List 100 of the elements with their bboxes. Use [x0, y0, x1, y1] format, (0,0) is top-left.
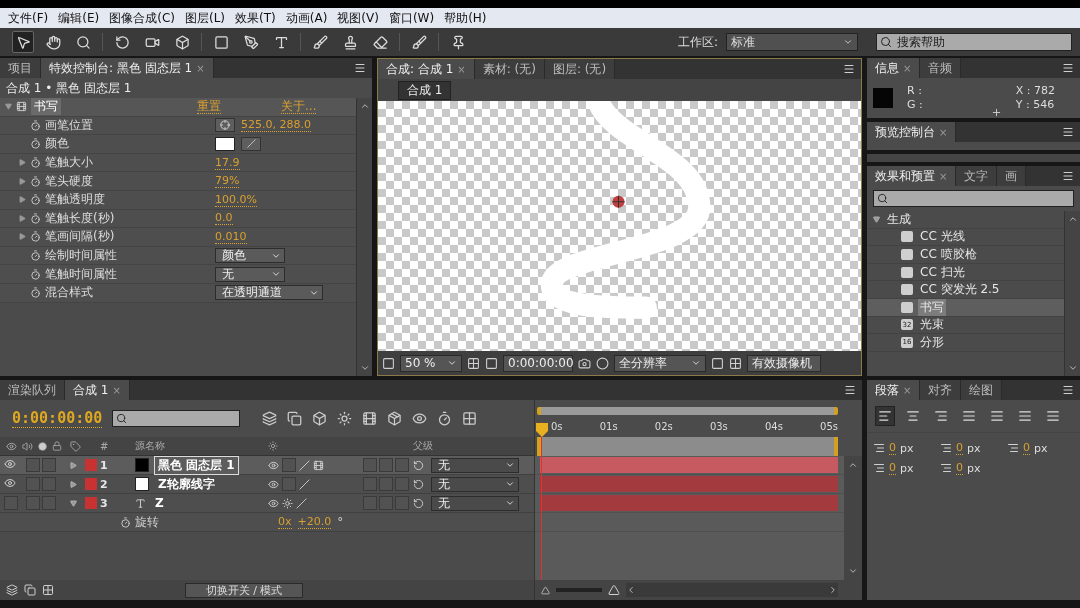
- disclosure-triangle-icon[interactable]: [4, 103, 12, 111]
- stopwatch-icon[interactable]: [30, 231, 41, 243]
- scroll-right-icon[interactable]: [828, 585, 838, 595]
- layers-icon[interactable]: [6, 584, 18, 596]
- help-search-field[interactable]: 搜索帮助: [876, 33, 1072, 51]
- reset-link[interactable]: 重置: [197, 99, 221, 114]
- scroll-up-icon[interactable]: [1067, 214, 1078, 224]
- stopwatch-icon[interactable]: [30, 287, 41, 299]
- menu-item[interactable]: 帮助(H): [444, 9, 487, 27]
- pen-tool-icon[interactable]: [243, 34, 259, 50]
- quality-switch-icon[interactable]: [299, 459, 310, 471]
- dropdown[interactable]: 颜色: [215, 248, 285, 264]
- layer-search-field[interactable]: [112, 410, 241, 427]
- cube-tool-icon[interactable]: [174, 34, 190, 50]
- layer-name[interactable]: Z: [151, 495, 168, 511]
- quality-switch-icon[interactable]: [296, 497, 307, 509]
- disclosure-triangle-icon[interactable]: [70, 499, 77, 507]
- stopwatch-icon[interactable]: [30, 212, 41, 224]
- dropdown[interactable]: 在透明通道: [215, 285, 323, 301]
- menu-item[interactable]: 编辑(E): [58, 9, 100, 27]
- switch-checkbox[interactable]: [282, 458, 296, 472]
- layer-name[interactable]: 黑色 固态层 1: [154, 455, 239, 475]
- switch-checkbox[interactable]: [42, 458, 56, 472]
- disclosure-triangle-icon[interactable]: [18, 214, 26, 222]
- about-link[interactable]: 关于...: [281, 99, 317, 114]
- layer-row[interactable]: 2 Z轮廓线字 无: [0, 475, 534, 494]
- scrollbar[interactable]: [1064, 211, 1080, 376]
- timecode-field[interactable]: 0:00:00:00: [503, 354, 573, 372]
- stopwatch-icon[interactable]: [30, 194, 41, 206]
- panel-menu-icon[interactable]: [1062, 384, 1074, 396]
- zoom-tool-icon[interactable]: [75, 34, 91, 50]
- selection-tool-icon[interactable]: [15, 34, 31, 50]
- property-value[interactable]: +20.0: [297, 515, 332, 529]
- scrollbar[interactable]: [844, 456, 862, 580]
- panel-tab[interactable]: 画: [997, 166, 1027, 186]
- parent-dropdown[interactable]: 无: [431, 495, 519, 511]
- switch-checkbox[interactable]: [379, 477, 393, 491]
- property-value[interactable]: 525.0, 288.0: [241, 118, 311, 133]
- eraser-tool-icon[interactable]: [372, 34, 388, 50]
- effects-search-field[interactable]: [873, 190, 1074, 207]
- pick-whip-icon[interactable]: [413, 478, 424, 490]
- property-value[interactable]: 0.010: [215, 229, 247, 244]
- menu-item[interactable]: 图层(L): [184, 9, 226, 27]
- panel-tab[interactable]: 合成 1 ×: [65, 380, 130, 400]
- panel-tab[interactable]: 项目: [0, 58, 41, 78]
- current-time[interactable]: 0:00:00:00: [12, 409, 103, 428]
- checkerboard-icon[interactable]: [729, 356, 742, 370]
- menu-item[interactable]: 图像合成(C): [109, 9, 175, 27]
- shy-switch-icon[interactable]: [268, 459, 279, 471]
- scroll-left-icon[interactable]: [626, 585, 636, 595]
- align-icon[interactable]: [1018, 409, 1032, 423]
- rectangle-tool-icon[interactable]: [213, 34, 229, 50]
- category-label[interactable]: 生成: [885, 210, 913, 228]
- menu-item[interactable]: 视图(V): [337, 9, 379, 27]
- panel-tab[interactable]: 绘图: [961, 380, 1003, 400]
- panel-menu-icon[interactable]: [1062, 62, 1074, 74]
- panel-tab[interactable]: 音频: [920, 58, 962, 78]
- camera-dropdown[interactable]: 有效摄像机: [747, 354, 821, 372]
- quality-switch-icon[interactable]: [299, 478, 310, 490]
- panel-tab[interactable]: 对齐: [920, 380, 962, 400]
- switch-checkbox[interactable]: [282, 477, 296, 491]
- workspace-dropdown[interactable]: 标准: [726, 33, 858, 51]
- menu-item[interactable]: 效果(T): [235, 9, 276, 27]
- zoom-out-icon[interactable]: [541, 585, 550, 595]
- disclosure-triangle-icon[interactable]: [18, 177, 26, 185]
- indent-value[interactable]: 0: [1023, 441, 1030, 455]
- stopwatch-icon[interactable]: [30, 119, 41, 131]
- color-swatch[interactable]: [215, 137, 235, 151]
- align-icon[interactable]: [990, 409, 1004, 423]
- comp-button[interactable]: 合成 1: [398, 80, 452, 100]
- type-tool-icon[interactable]: [273, 34, 289, 50]
- align-icon[interactable]: [934, 409, 948, 423]
- scroll-up-icon[interactable]: [848, 460, 858, 470]
- panel-tab[interactable]: 素材: (无): [474, 59, 545, 79]
- zoom-in-icon[interactable]: [608, 584, 620, 596]
- effect-list-item[interactable]: CC 扫光: [867, 263, 1064, 282]
- zoom-dropdown[interactable]: 50 %: [400, 354, 462, 372]
- scroll-down-icon[interactable]: [1067, 363, 1078, 373]
- hand-tool-icon[interactable]: [45, 34, 61, 50]
- copy-icon[interactable]: [24, 584, 36, 596]
- snapshot-icon[interactable]: [578, 356, 591, 370]
- eyedropper-button[interactable]: [241, 137, 261, 151]
- parent-dropdown[interactable]: 无: [431, 476, 519, 492]
- layer-name[interactable]: Z轮廓线字: [154, 474, 219, 494]
- playhead-icon[interactable]: [536, 423, 548, 437]
- switch-checkbox[interactable]: [379, 458, 393, 472]
- switch-checkbox[interactable]: [42, 477, 56, 491]
- align-icon[interactable]: [1046, 409, 1060, 423]
- disclosure-triangle-icon[interactable]: [873, 215, 880, 223]
- shy-switch-icon[interactable]: [268, 478, 279, 490]
- crosshair-button[interactable]: [215, 118, 235, 133]
- menu-item[interactable]: 文件(F): [8, 9, 49, 27]
- property-value[interactable]: 79%: [215, 174, 240, 189]
- brush-tool-icon[interactable]: [312, 34, 328, 50]
- switch-checkbox[interactable]: [42, 496, 56, 510]
- menu-item[interactable]: 动画(A): [285, 9, 328, 27]
- panel-tab[interactable]: 预览控制台 ×: [867, 122, 957, 142]
- stopwatch-icon[interactable]: [30, 250, 41, 262]
- indent-value[interactable]: 0: [956, 441, 963, 455]
- switches-modes-button[interactable]: 切换开关 / 模式: [185, 582, 303, 598]
